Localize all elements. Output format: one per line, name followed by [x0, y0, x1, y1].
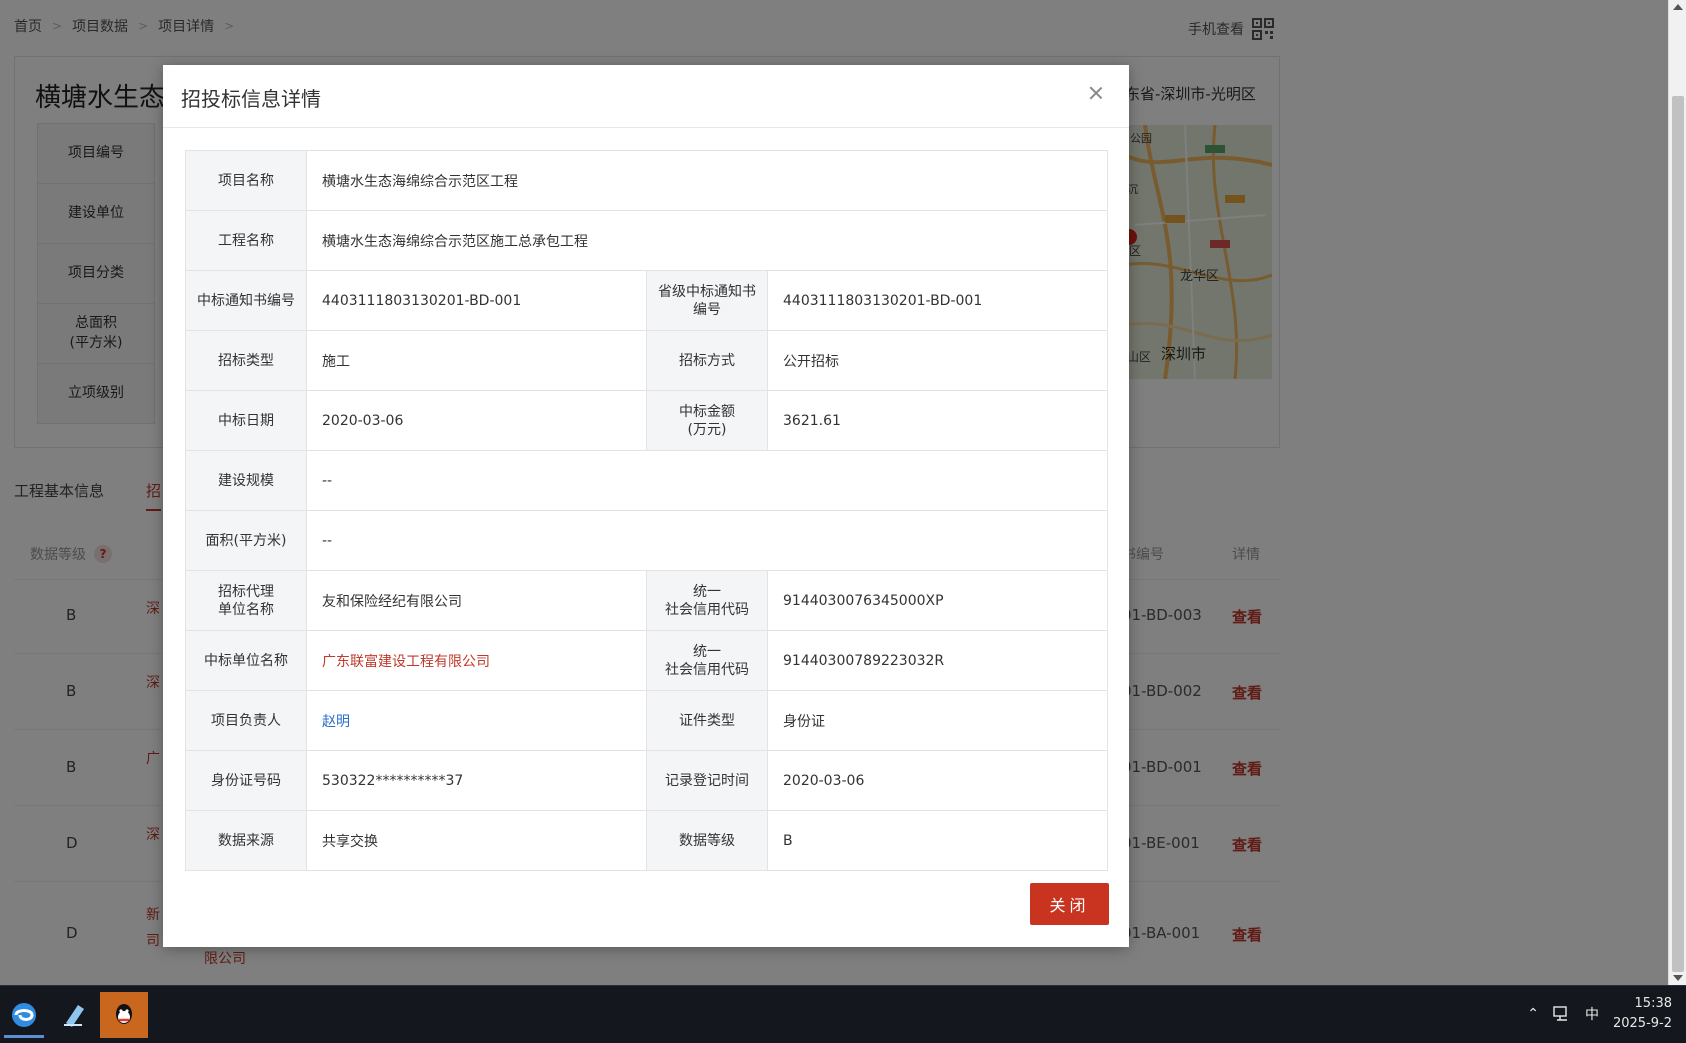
table-row: 招标代理 单位名称 友和保险经纪有限公司 统一 社会信用代码 914403007…	[185, 570, 1109, 631]
clock[interactable]: 15:38 2025-9-2	[1613, 994, 1672, 1034]
label-source: 数据来源	[185, 810, 307, 871]
label-id-no: 身份证号码	[185, 750, 307, 811]
label-winner-credit-code: 统一 社会信用代码	[646, 630, 768, 691]
active-indicator	[4, 1035, 44, 1038]
vertical-scrollbar[interactable]	[1668, 0, 1686, 985]
value-area: --	[305, 510, 1109, 571]
table-row: 项目负责人 赵明 证件类型 身份证	[185, 690, 1109, 751]
value-winner-credit-code: 91440300789223032R	[766, 630, 1109, 691]
value-record-time: 2020-03-06	[766, 750, 1109, 811]
label-id-type: 证件类型	[646, 690, 768, 751]
table-row: 建设规模 --	[185, 450, 1109, 511]
label-record-time: 记录登记时间	[646, 750, 768, 811]
value-notice-no: 4403111803130201-BD-001	[306, 270, 647, 331]
value-win-amount: 3621.61	[766, 390, 1109, 451]
table-row: 项目名称 横塘水生态海绵综合示范区工程	[185, 150, 1109, 211]
close-button[interactable]: 关闭	[1030, 883, 1109, 925]
value-scale: --	[305, 450, 1109, 511]
modal-title: 招投标信息详情	[181, 87, 321, 111]
value-id-type: 身份证	[766, 690, 1109, 751]
os-taskbar: ⌃ 中 15:38 2025-9-2	[0, 985, 1686, 1043]
value-bid-type: 施工	[306, 330, 647, 391]
close-icon[interactable]	[1085, 83, 1107, 105]
value-grade: B	[766, 810, 1109, 871]
qq-icon	[116, 1004, 132, 1024]
clock-date: 2025-9-2	[1612, 1016, 1672, 1031]
label-win-date: 中标日期	[185, 390, 307, 451]
label-manager: 项目负责人	[185, 690, 307, 751]
value-bid-method: 公开招标	[766, 330, 1109, 391]
ime-indicator[interactable]: 中	[1585, 1004, 1599, 1024]
value-agent-credit-code: 9144030076345000XP	[766, 570, 1109, 631]
browser-icon	[12, 1003, 36, 1027]
notepad-icon	[64, 1005, 84, 1027]
label-area: 面积(平方米)	[185, 510, 307, 571]
manager-link[interactable]: 赵明	[322, 714, 350, 730]
label-win-amount: 中标金额 (万元)	[646, 390, 768, 451]
value-work-name: 横塘水生态海绵综合示范区施工总承包工程	[305, 210, 1109, 271]
value-prov-notice-no: 4403111803130201-BD-001	[766, 270, 1109, 331]
taskbar-app-browser[interactable]	[0, 992, 48, 1038]
system-tray: ⌃ 中 15:38 2025-9-2	[1527, 994, 1672, 1034]
value-agent: 友和保险经纪有限公司	[306, 570, 647, 631]
label-agent-credit-code: 统一 社会信用代码	[646, 570, 768, 631]
chevron-up-icon[interactable]: ⌃	[1527, 1006, 1539, 1022]
winner-link[interactable]: 广东联富建设工程有限公司	[322, 654, 490, 670]
taskbar-app-notepad[interactable]	[50, 992, 98, 1038]
label-bid-type: 招标类型	[185, 330, 307, 391]
label-notice-no: 中标通知书编号	[185, 270, 307, 331]
scroll-thumb[interactable]	[1672, 96, 1684, 972]
table-row: 数据来源 共享交换 数据等级 B	[185, 810, 1109, 871]
taskbar-app-qq[interactable]	[100, 992, 148, 1038]
table-row: 面积(平方米) --	[185, 510, 1109, 571]
scroll-down-icon[interactable]	[1673, 975, 1683, 981]
table-row: 中标单位名称 广东联富建设工程有限公司 统一 社会信用代码 9144030078…	[185, 630, 1109, 691]
table-row: 身份证号码 530322**********37 记录登记时间 2020-03-…	[185, 750, 1109, 811]
scroll-up-icon[interactable]	[1673, 4, 1683, 10]
label-prov-notice-no: 省级中标通知书编号	[646, 270, 768, 331]
label-project-name: 项目名称	[185, 150, 307, 211]
label-bid-method: 招标方式	[646, 330, 768, 391]
bid-detail-table: 项目名称 横塘水生态海绵综合示范区工程 工程名称 横塘水生态海绵综合示范区施工总…	[185, 150, 1109, 871]
table-row: 工程名称 横塘水生态海绵综合示范区施工总承包工程	[185, 210, 1109, 271]
value-id-no: 530322**********37	[306, 750, 647, 811]
label-work-name: 工程名称	[185, 210, 307, 271]
table-row: 中标通知书编号 4403111803130201-BD-001 省级中标通知书编…	[185, 270, 1109, 331]
table-row: 招标类型 施工 招标方式 公开招标	[185, 330, 1109, 391]
table-row: 中标日期 2020-03-06 中标金额 (万元) 3621.61	[185, 390, 1109, 451]
label-scale: 建设规模	[185, 450, 307, 511]
network-icon[interactable]	[1553, 1006, 1571, 1022]
bid-detail-modal: 招投标信息详情 项目名称 横塘水生态海绵综合示范区工程 工程名称 横塘水生态海绵…	[163, 65, 1129, 947]
label-grade: 数据等级	[646, 810, 768, 871]
value-source: 共享交换	[306, 810, 647, 871]
modal-header: 招投标信息详情	[163, 65, 1129, 128]
label-agent: 招标代理 单位名称	[185, 570, 307, 631]
clock-time: 15:38	[1634, 996, 1672, 1011]
label-winner: 中标单位名称	[185, 630, 307, 691]
value-win-date: 2020-03-06	[306, 390, 647, 451]
value-project-name: 横塘水生态海绵综合示范区工程	[305, 150, 1109, 211]
